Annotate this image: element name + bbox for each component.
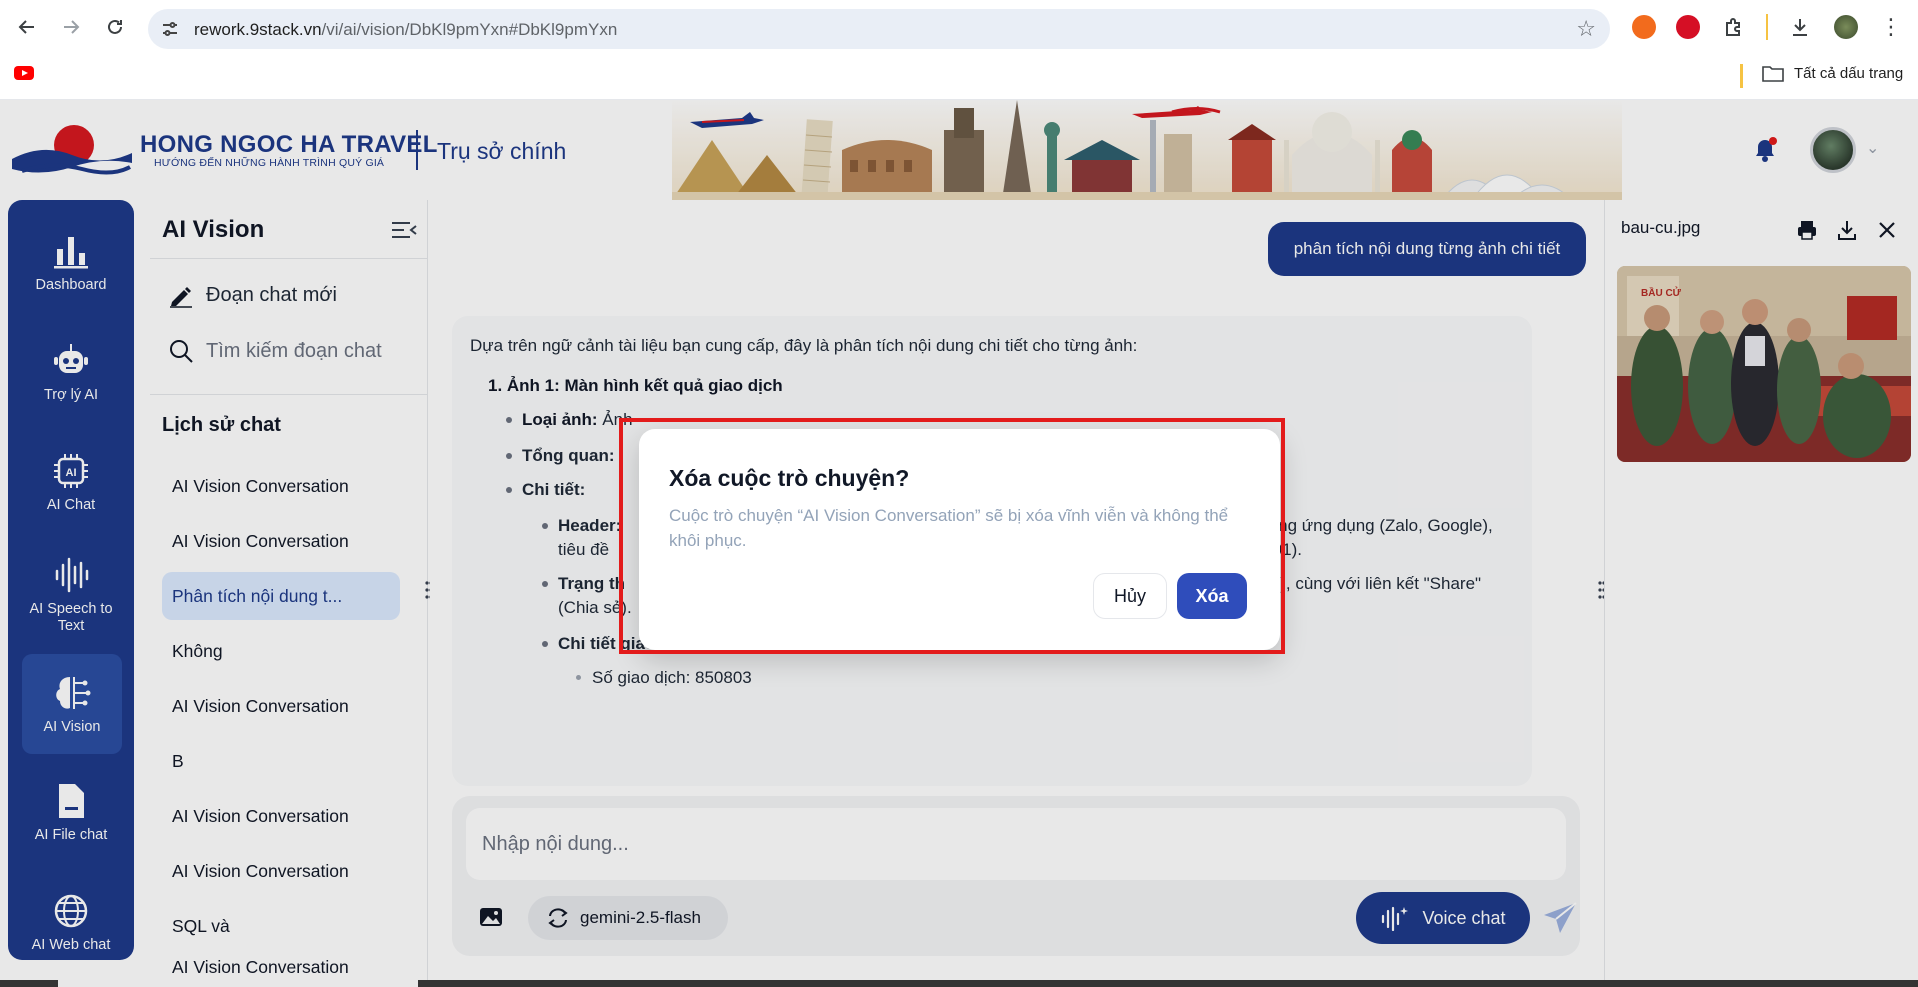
- bookmarks-bar: Tất cả dấu trang: [0, 56, 1918, 100]
- profile-avatar[interactable]: [1834, 15, 1858, 39]
- delete-button[interactable]: Xóa: [1177, 573, 1247, 619]
- cancel-button[interactable]: Hủy: [1093, 573, 1167, 619]
- reload-button[interactable]: [100, 12, 130, 42]
- back-button[interactable]: [12, 12, 42, 42]
- address-bar[interactable]: rework.9stack.vn/vi/ai/vision/DbKl9pmYxn…: [148, 9, 1610, 49]
- dialog-title: Xóa cuộc trò chuyện?: [669, 465, 910, 491]
- youtube-bookmark-icon[interactable]: [14, 66, 34, 80]
- download-icon[interactable]: [1788, 15, 1812, 39]
- folder-icon: [1762, 66, 1784, 82]
- all-bookmarks-label: Tất cả dấu trang: [1794, 64, 1904, 82]
- bookmark-star-icon[interactable]: ☆: [1576, 16, 1596, 42]
- extensions-puzzle-icon[interactable]: [1722, 15, 1746, 39]
- forward-button[interactable]: [56, 12, 86, 42]
- browser-toolbar: rework.9stack.vn/vi/ai/vision/DbKl9pmYxn…: [0, 0, 1918, 56]
- extension-orange-icon[interactable]: [1632, 15, 1656, 39]
- reload-icon: [108, 19, 122, 34]
- browser-menu-icon[interactable]: ⋮: [1876, 12, 1906, 42]
- extension-grammarly-icon[interactable]: [1676, 15, 1700, 39]
- all-bookmarks-button[interactable]: Tất cả dấu trang: [1762, 64, 1903, 82]
- site-settings-icon[interactable]: [160, 19, 180, 39]
- delete-conversation-dialog: Xóa cuộc trò chuyện? Cuộc trò chuyện “AI…: [639, 429, 1280, 650]
- arrow-right-icon: [64, 20, 80, 34]
- dialog-message: Cuộc trò chuyện “AI Vision Conversation”…: [669, 506, 1229, 550]
- bookmarks-divider: [1740, 64, 1743, 88]
- toolbar-divider: [1766, 14, 1768, 40]
- arrow-left-icon: [18, 20, 34, 34]
- url-text: rework.9stack.vn/vi/ai/vision/DbKl9pmYxn…: [194, 20, 618, 39]
